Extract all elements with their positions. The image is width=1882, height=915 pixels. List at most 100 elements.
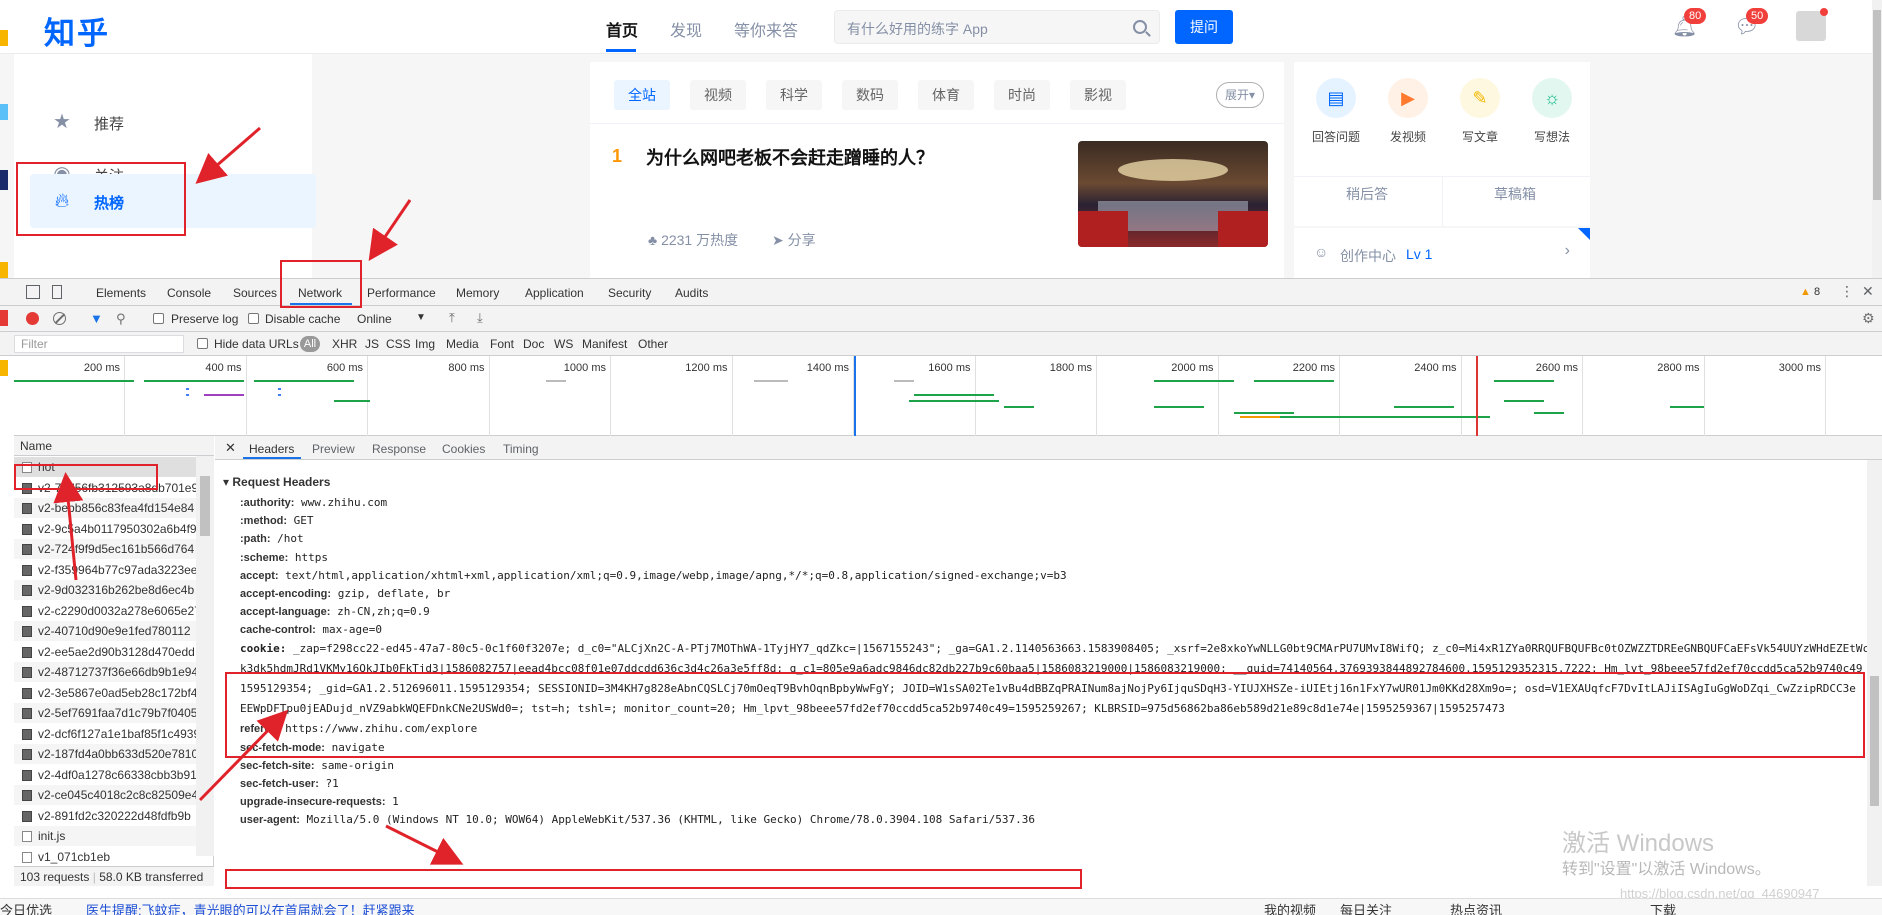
search-icon[interactable] (1133, 20, 1147, 34)
page-scrollbar-thumb[interactable] (1873, 10, 1881, 200)
request-row[interactable]: v2-9c5a4b0117950302a6b4f9 (14, 519, 196, 539)
ask-button[interactable]: 提问 (1175, 10, 1233, 44)
chevron-down-icon[interactable]: ▼ (416, 312, 426, 323)
request-row[interactable]: v2-48712737f36e66db9b1e94 (14, 662, 196, 682)
tab-headers[interactable]: Headers (249, 442, 294, 456)
request-row[interactable]: v2-4df0a1278c66338cbb3b91 (14, 765, 196, 785)
filter-input[interactable]: Filter (14, 335, 184, 353)
request-row[interactable]: v2-77d56fb312593a8db701e9 (14, 478, 196, 498)
filter-css[interactable]: CSS (386, 337, 411, 351)
filter-font[interactable]: Font (490, 337, 514, 351)
request-row[interactable]: v2-891fd2c320222d48fdfb9b (14, 806, 196, 826)
tab-preview[interactable]: Preview (312, 442, 355, 456)
expand-button[interactable]: 展开▾ (1216, 82, 1264, 108)
request-row[interactable]: v2-724f9f9d5ec161b566d764 (14, 539, 196, 559)
export-har-icon[interactable]: ⤓ (477, 310, 483, 326)
filter-other[interactable]: Other (638, 337, 668, 351)
record-icon[interactable] (26, 312, 39, 325)
filter-manifest[interactable]: Manifest (582, 337, 627, 351)
tab-security[interactable]: Security (608, 286, 651, 300)
tab-network[interactable]: Network (298, 286, 342, 300)
request-row[interactable]: init.js (14, 826, 196, 846)
filter-img[interactable]: Img (415, 337, 435, 351)
device-toggle-icon[interactable] (52, 285, 62, 299)
gear-icon[interactable]: ⚙ (1862, 310, 1875, 327)
detail-scrollbar-thumb[interactable] (1870, 676, 1879, 806)
nav-discover[interactable]: 发现 (670, 17, 702, 41)
tab-digital[interactable]: 数码 (842, 80, 898, 110)
tab-all[interactable]: 全站 (614, 80, 670, 110)
disable-cache-checkbox[interactable] (248, 313, 259, 324)
today-picks[interactable]: 今日优选 (0, 900, 52, 915)
network-overview-timeline[interactable]: 200 ms 400 ms 600 ms 800 ms 1000 ms 1200 ms 14… (14, 356, 1882, 436)
inspect-icon[interactable] (26, 285, 40, 299)
request-row[interactable]: v2-5ef7691faa7d1c79b7f0405 (14, 703, 196, 723)
search-icon[interactable]: ⚲ (116, 311, 126, 327)
request-row[interactable]: v2-40710d90e9e1fed780112 (14, 621, 196, 641)
filter-icon[interactable]: ▼ (90, 311, 103, 326)
downloads[interactable]: 下载 (1650, 900, 1676, 915)
tab-audits[interactable]: Audits (675, 286, 708, 300)
filter-doc[interactable]: Doc (523, 337, 544, 351)
post-video-action[interactable]: ▶ 发视频 (1378, 78, 1438, 145)
write-article-action[interactable]: ✎ 写文章 (1450, 78, 1510, 145)
throttling-select[interactable]: Online (357, 312, 392, 326)
hide-data-urls-checkbox[interactable] (197, 338, 208, 349)
request-row[interactable]: v2-bebb856c83fea4fd154e84 (14, 498, 196, 518)
request-row[interactable]: v2-f359964b77c97ada3223ee (14, 560, 196, 580)
close-icon[interactable]: ✕ (225, 440, 236, 456)
daily-focus[interactable]: 每日关注 (1340, 900, 1392, 915)
hot-news[interactable]: 热点资讯 (1450, 900, 1502, 915)
news-ticker[interactable]: 医生提醒:飞蚊症，青光眼的可以在首届就会了！赶紧跟来 (86, 900, 415, 915)
tab-elements[interactable]: Elements (96, 286, 146, 300)
tab-science[interactable]: 科学 (766, 80, 822, 110)
tab-application[interactable]: Application (525, 286, 584, 300)
request-row[interactable]: v2-ce045c4018c2c8c82509e4 (14, 785, 196, 805)
answer-question-action[interactable]: ▤ 回答问题 (1306, 78, 1366, 145)
question-thumbnail[interactable] (1078, 141, 1268, 247)
tab-timing[interactable]: Timing (503, 442, 539, 456)
tab-performance[interactable]: Performance (367, 286, 436, 300)
request-row[interactable]: v2-ee5ae2d90b3128d470edd (14, 642, 196, 662)
later-answer-link[interactable]: 稍后答 (1346, 184, 1388, 204)
my-videos[interactable]: 我的视频 (1264, 900, 1316, 915)
tab-video[interactable]: 视频 (690, 80, 746, 110)
filter-js[interactable]: JS (365, 337, 379, 351)
nav-home[interactable]: 首页 (606, 17, 638, 41)
tab-cookies[interactable]: Cookies (442, 442, 485, 456)
tab-sports[interactable]: 体育 (918, 80, 974, 110)
tab-memory[interactable]: Memory (456, 286, 499, 300)
sidebar-item-recommend[interactable]: ★ 推荐 (14, 96, 312, 148)
filter-xhr[interactable]: XHR (332, 337, 357, 351)
question-title[interactable]: 为什么网吧老板不会赶走蹭睡的人？ (646, 144, 934, 170)
tab-fashion[interactable]: 时尚 (994, 80, 1050, 110)
sidebar-item-hot[interactable]: 🔥︎ 热榜 (30, 174, 316, 228)
close-icon[interactable]: ✕ (1862, 283, 1874, 300)
tab-console[interactable]: Console (167, 286, 211, 300)
filter-ws[interactable]: WS (554, 337, 573, 351)
import-har-icon[interactable]: ⤒ (449, 310, 455, 326)
clear-icon[interactable] (53, 312, 66, 325)
tab-response[interactable]: Response (372, 442, 426, 456)
filter-all[interactable]: All (300, 336, 320, 352)
more-options-icon[interactable]: ⋮ (1840, 283, 1854, 300)
request-row[interactable]: v2-3e5867e0ad5eb28c172bf4 (14, 683, 196, 703)
filter-media[interactable]: Media (446, 337, 479, 351)
write-thought-action[interactable]: ☼ 写想法 (1522, 78, 1582, 145)
request-row[interactable]: v2-c2290d0032a278e6065e27 (14, 601, 196, 621)
creator-center-card[interactable]: ☺ 创作中心 Lv 1 › (1294, 228, 1590, 278)
nav-waiting[interactable]: 等你来答 (734, 17, 798, 41)
share-button[interactable]: ➤ 分享 (772, 230, 816, 250)
request-row[interactable]: hot (14, 457, 196, 477)
request-row[interactable]: v2-187fd4a0bb633d520e7810 (14, 744, 196, 764)
preserve-log-checkbox[interactable] (153, 313, 164, 324)
detail-scrollbar[interactable] (1867, 460, 1882, 886)
search-input[interactable]: 有什么好用的练字 App (834, 10, 1160, 44)
request-row[interactable]: v1_071cb1eb (14, 847, 196, 867)
drafts-link[interactable]: 草稿箱 (1494, 184, 1536, 204)
tab-sources[interactable]: Sources (233, 286, 277, 300)
warnings-indicator[interactable]: ▲ 8 (1800, 286, 1820, 298)
tab-film[interactable]: 影视 (1070, 80, 1126, 110)
request-row[interactable]: v2-dcf6f127a1e1baf85f1c4939 (14, 724, 196, 744)
request-headers-section[interactable]: ▾ Request Headers (223, 475, 330, 489)
